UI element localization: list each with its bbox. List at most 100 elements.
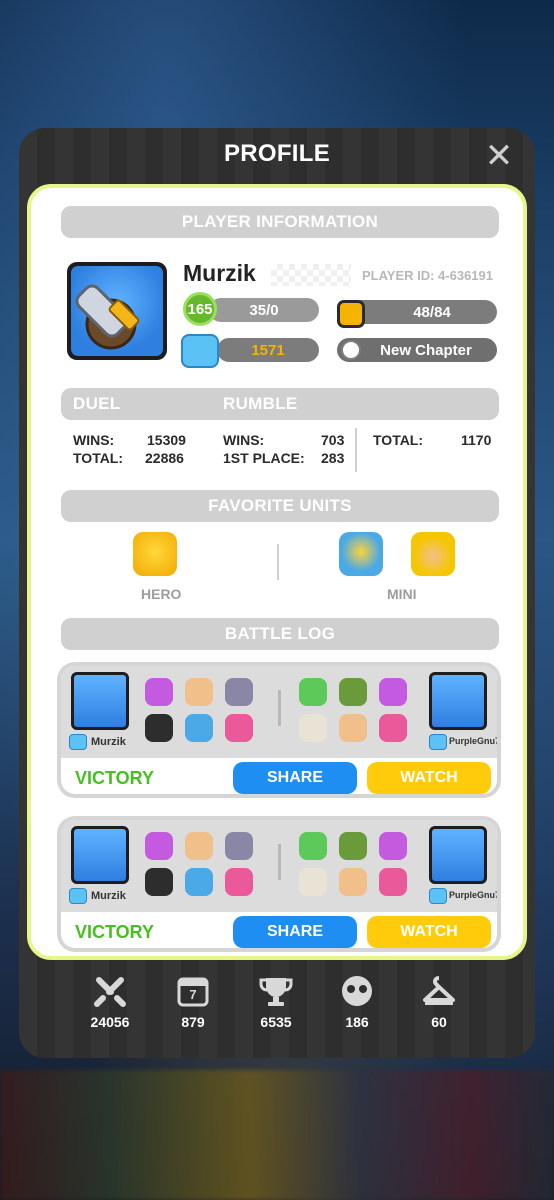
- log-divider: [278, 690, 281, 726]
- profile-card: PLAYER INFORMATION Murzik PLAYER ID: 4-6…: [27, 184, 527, 960]
- rumble-first-label: 1ST PLACE:: [223, 450, 305, 466]
- right-player-name: PurpleGnu787: [449, 890, 497, 900]
- unit-icon: [379, 678, 407, 706]
- rank-icon: [69, 888, 87, 904]
- new-chapter-button[interactable]: New Chapter: [337, 338, 497, 362]
- duel-total-value: 22886: [145, 450, 184, 466]
- unit-icon: [145, 714, 173, 742]
- overall-total-value: 1170: [461, 432, 492, 448]
- duel-label: DUEL: [73, 394, 121, 413]
- unit-icon: [185, 868, 213, 896]
- new-chapter-label: New Chapter: [380, 341, 472, 359]
- left-player-name: Murzik: [91, 890, 126, 902]
- footer-value: 186: [345, 1014, 369, 1030]
- calendar-badge: 7: [189, 986, 197, 1002]
- duel-wins-value: 15309: [147, 432, 186, 448]
- unit-icon: [225, 832, 253, 860]
- unit-icon: [299, 832, 327, 860]
- player-information-header: PLAYER INFORMATION: [61, 206, 499, 238]
- player-avatar[interactable]: [67, 262, 167, 360]
- calendar-icon: 7: [176, 974, 210, 1008]
- overall-total-label: TOTAL:: [373, 432, 424, 448]
- mini-unit-icon-1[interactable]: [339, 532, 383, 576]
- footer-stat-units[interactable]: 186: [322, 974, 392, 1030]
- result-label: VICTORY: [75, 922, 155, 942]
- favorite-units-header: FAVORITE UNITS: [61, 490, 499, 522]
- share-button[interactable]: SHARE: [233, 916, 357, 948]
- stats-header: DUEL RUMBLE: [61, 388, 499, 420]
- unit-icon: [225, 868, 253, 896]
- watch-button[interactable]: WATCH: [367, 762, 491, 794]
- footer-stat-trophies[interactable]: 6535: [241, 974, 311, 1030]
- units-divider: [277, 544, 279, 580]
- unit-icon: [379, 714, 407, 742]
- hanger-icon: [422, 974, 456, 1008]
- modal-title: PROFILE: [223, 140, 331, 167]
- mini-label: MINI: [387, 586, 417, 602]
- footer-stat-days[interactable]: 7 879: [158, 974, 228, 1030]
- unit-icon: [145, 868, 173, 896]
- rank-icon: [69, 734, 87, 750]
- footer-stat-skins[interactable]: 60: [404, 974, 474, 1030]
- unit-icon: [339, 832, 367, 860]
- unit-icon: [299, 714, 327, 742]
- footer-value: 879: [181, 1014, 205, 1030]
- rumble-wins-label: WINS:: [223, 432, 265, 448]
- unit-icon: [185, 832, 213, 860]
- shield-icon: [341, 340, 361, 360]
- rank-icon: [429, 734, 447, 750]
- right-player-avatar[interactable]: [429, 672, 487, 730]
- player-id: PLAYER ID: 4-636191: [361, 268, 493, 283]
- battle-log-entry: Murzik PurpleGnu787 VICTORY SHARE: [57, 816, 501, 952]
- battle-log-header: BATTLE LOG: [61, 618, 499, 650]
- unit-icon: [145, 832, 173, 860]
- unit-icon: [145, 678, 173, 706]
- unit-icon: [379, 868, 407, 896]
- unit-icon: [299, 678, 327, 706]
- rank-icon: [181, 334, 219, 368]
- hero-unit-icon[interactable]: [133, 532, 177, 576]
- duel-total-label: TOTAL:: [73, 450, 124, 466]
- profile-modal: PROFILE ✕ PLAYER INFORMATION Murzik PLAY…: [19, 128, 535, 1058]
- sword-shield-icon: [75, 284, 140, 350]
- battle-log-entry: Murzik PurpleGnu787 VICTORY SHARE: [57, 662, 501, 798]
- footer-stat-battles[interactable]: 24056: [75, 974, 145, 1030]
- unit-icon: [185, 678, 213, 706]
- trophy-value: 1571: [251, 341, 285, 359]
- footer-value: 24056: [90, 1014, 130, 1030]
- xp-value: 35/0: [249, 301, 279, 319]
- footer-value: 60: [431, 1014, 447, 1030]
- trophy-icon: [259, 974, 293, 1008]
- unit-icon: [339, 868, 367, 896]
- rank-icon: [429, 888, 447, 904]
- checker-decoration: [271, 264, 351, 286]
- duel-wins-label: WINS:: [73, 432, 115, 448]
- player-name: Murzik: [183, 260, 256, 286]
- log-divider: [278, 844, 281, 880]
- swords-icon: [93, 974, 127, 1008]
- rumble-label: RUMBLE: [223, 394, 298, 413]
- unit-icon: [379, 832, 407, 860]
- unit-icon: [339, 714, 367, 742]
- level-badge: 165: [183, 292, 217, 326]
- unit-icon: [339, 678, 367, 706]
- right-player-avatar[interactable]: [429, 826, 487, 884]
- rumble-first-value: 283: [321, 450, 345, 466]
- stats-divider: [355, 428, 357, 472]
- unit-icon: [225, 678, 253, 706]
- left-player-avatar[interactable]: [71, 672, 129, 730]
- trophy-bar: 1571: [217, 338, 319, 362]
- background-strip: [0, 1070, 554, 1200]
- hero-label: HERO: [141, 586, 182, 602]
- watch-button[interactable]: WATCH: [367, 916, 491, 948]
- rumble-wins-value: 703: [321, 432, 345, 448]
- left-player-avatar[interactable]: [71, 826, 129, 884]
- close-button[interactable]: ✕: [481, 138, 517, 174]
- close-icon: ✕: [484, 137, 514, 175]
- chapter-progress-value: 48/84: [413, 303, 451, 321]
- mini-unit-icon-2[interactable]: [411, 532, 455, 576]
- left-player-name: Murzik: [91, 736, 126, 748]
- xp-bar: 35/0: [209, 298, 319, 322]
- share-button[interactable]: SHARE: [233, 762, 357, 794]
- unit-icon: [225, 714, 253, 742]
